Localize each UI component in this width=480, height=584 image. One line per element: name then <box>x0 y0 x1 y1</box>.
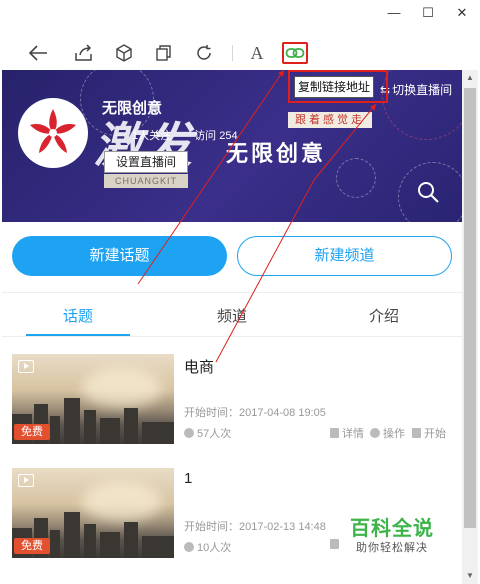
video-icon <box>18 360 34 373</box>
thumbnail-building <box>50 530 60 558</box>
tab-topics[interactable]: 话题 <box>28 300 128 334</box>
channel-name: 无限创意 <box>102 100 163 117</box>
banner-tagline: 跟着感觉走 <box>288 112 372 128</box>
play-icon <box>412 428 421 438</box>
cube-icon[interactable] <box>112 41 136 65</box>
new-channel-button[interactable]: 新建频道 <box>237 236 452 276</box>
back-arrow-icon[interactable] <box>26 41 50 65</box>
document-icon <box>330 539 339 549</box>
vertical-scrollbar[interactable]: ▲ ▼ <box>462 70 478 584</box>
thumbnail-sky <box>82 368 162 408</box>
switch-live-label: 切换直播间 <box>392 83 453 97</box>
follow-count: 1人关注 <box>132 130 172 142</box>
tab-intro[interactable]: 介绍 <box>334 300 434 334</box>
thumbnail-building <box>142 536 174 558</box>
topic-title[interactable]: 电商 <box>184 356 214 377</box>
operate-link[interactable]: 操作 <box>370 425 405 441</box>
scrollbar-thumb[interactable] <box>464 88 476 528</box>
free-badge: 免费 <box>14 424 50 440</box>
detail-link[interactable] <box>330 539 342 551</box>
watermark-title: 百科全说 <box>350 518 434 540</box>
flower-logo-icon <box>30 109 76 153</box>
font-icon[interactable]: A <box>245 41 269 65</box>
thumbnail-building <box>124 408 138 444</box>
user-icon <box>184 428 194 438</box>
copy-link-tooltip: 复制链接地址 <box>294 76 374 98</box>
close-button[interactable]: ✕ <box>452 4 472 22</box>
gear-icon <box>370 428 380 438</box>
thumbnail-building <box>142 422 174 444</box>
document-icon <box>330 428 339 438</box>
view-count: 57人次 <box>184 425 231 441</box>
setup-live-room-button[interactable]: 设置直播间 <box>104 151 188 173</box>
action-buttons: 新建话题 新建频道 <box>2 236 462 276</box>
copy-pages-icon[interactable] <box>152 41 176 65</box>
visit-count: 访问 254 <box>194 130 238 142</box>
video-icon <box>18 474 34 487</box>
maximize-button[interactable]: ☐ <box>418 4 438 22</box>
detail-link[interactable]: 详情 <box>330 425 364 441</box>
watermark-subtitle: 助你轻松解决 <box>356 542 428 554</box>
switch-live-room-button[interactable]: ⇆ 切换直播间 <box>380 81 452 98</box>
scroll-up-icon[interactable]: ▲ <box>462 70 478 86</box>
share-icon[interactable] <box>72 41 96 65</box>
content-tabs: 话题 频道 介绍 <box>2 300 462 334</box>
operate-label: 操作 <box>383 428 405 440</box>
channel-banner: 激发 无限创意 跟着感觉走 无限创意 1人关注 访问 254 设置直播间 CHU… <box>2 70 462 222</box>
topic-thumbnail[interactable]: 免费 <box>12 468 174 558</box>
thumbnail-building <box>100 532 120 558</box>
user-icon <box>184 542 194 552</box>
free-badge: 免费 <box>14 538 50 554</box>
toolbar-separator <box>232 45 233 61</box>
refresh-icon[interactable] <box>192 41 216 65</box>
thumbnail-building <box>50 416 60 444</box>
page-content: 激发 无限创意 跟着感觉走 无限创意 1人关注 访问 254 设置直播间 CHU… <box>2 70 462 584</box>
new-topic-button[interactable]: 新建话题 <box>12 236 227 276</box>
thumbnail-building <box>100 418 120 444</box>
window-titlebar: — ☐ ✕ <box>0 0 480 28</box>
scroll-down-icon[interactable]: ▼ <box>462 568 478 584</box>
topic-start-time: 开始时间：2017-02-13 14:48 <box>184 521 326 533</box>
channel-stats: 1人关注 访问 254 <box>132 127 258 143</box>
topic-thumbnail[interactable]: 免费 <box>12 354 174 444</box>
brand-caption: CHUANGKIT <box>104 174 188 188</box>
thumbnail-building <box>124 522 138 558</box>
start-label: 开始 <box>424 428 446 440</box>
topic-start-time: 开始时间：2017-04-08 19:05 <box>184 407 326 419</box>
topic-meta: 57人次 详情 操作 开始 <box>184 425 452 441</box>
view-count-label: 57人次 <box>197 428 232 440</box>
topic-title[interactable]: 1 <box>184 470 192 487</box>
tab-channels[interactable]: 频道 <box>182 300 282 334</box>
start-link[interactable]: 开始 <box>412 425 446 441</box>
topic-list-item[interactable]: 免费 电商 开始时间：2017-04-08 19:05 57人次 详情 操作 开… <box>12 354 452 446</box>
search-icon[interactable] <box>416 180 440 204</box>
view-count-label: 10人次 <box>197 542 232 554</box>
toolbar: A <box>0 36 480 70</box>
thumbnail-building <box>64 512 80 558</box>
thumbnail-building <box>84 524 96 558</box>
thumbnail-building <box>64 398 80 444</box>
link-icon-highlight <box>282 42 308 64</box>
section-divider <box>2 292 462 293</box>
thumbnail-building <box>84 410 96 444</box>
tabs-divider <box>2 336 462 337</box>
decor-circle <box>336 158 376 198</box>
minimize-button[interactable]: — <box>384 4 404 22</box>
detail-label: 详情 <box>342 428 364 440</box>
view-count: 10人次 <box>184 539 231 555</box>
channel-avatar <box>18 98 88 168</box>
thumbnail-sky <box>82 482 162 522</box>
